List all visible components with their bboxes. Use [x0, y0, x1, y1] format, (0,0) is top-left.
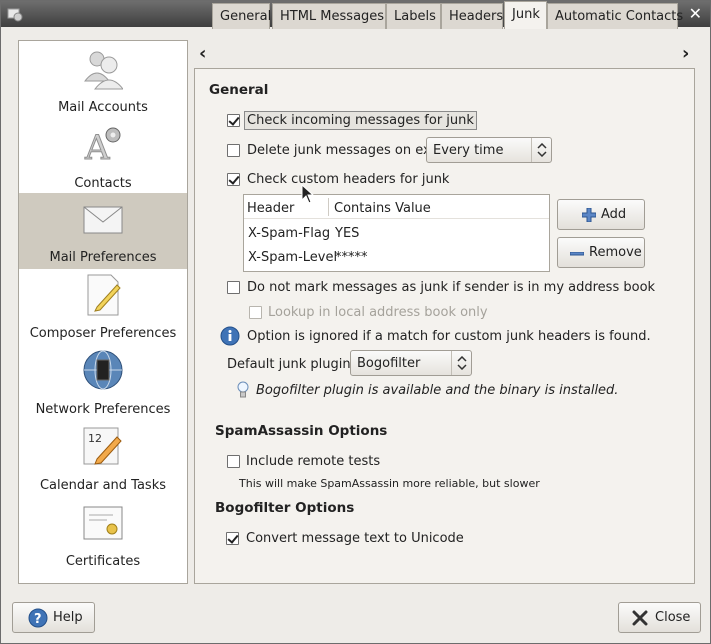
- tab-labels[interactable]: Labels: [386, 3, 441, 29]
- default-plugin-value: Bogofilter: [357, 356, 421, 371]
- tab-automatic-contacts[interactable]: Automatic Contacts: [547, 3, 683, 29]
- tab-scroll-right-icon[interactable]: ›: [682, 43, 689, 64]
- help-icon: ?: [28, 608, 48, 628]
- close-button-label: Close: [655, 610, 691, 625]
- certificate-icon: [83, 506, 123, 540]
- delete-interval-select[interactable]: Every time: [426, 137, 552, 163]
- include-remote-label[interactable]: Include remote tests: [246, 454, 380, 469]
- include-remote-checkbox[interactable]: [227, 455, 240, 468]
- sidebar-item-label: Mail Accounts: [58, 100, 148, 115]
- lightbulb-icon: [237, 381, 249, 398]
- convert-unicode-checkbox[interactable]: [226, 532, 239, 545]
- people-icon: [83, 51, 123, 90]
- close-button[interactable]: Close: [618, 602, 701, 633]
- delete-junk-label[interactable]: Delete junk messages on exit: [247, 143, 439, 158]
- custom-headers-checkbox[interactable]: [227, 173, 240, 186]
- sidebar-item-certificates[interactable]: Certificates: [19, 497, 187, 573]
- sidebar-item-label: Calendar and Tasks: [39, 478, 166, 493]
- convert-unicode-label[interactable]: Convert message text to Unicode: [246, 531, 464, 546]
- sidebar-item-label: Composer Preferences: [29, 326, 177, 341]
- remove-button[interactable]: Remove: [557, 237, 645, 268]
- info-note: Option is ignored if a match for custom …: [247, 329, 651, 344]
- sidebar-item-mail-accounts[interactable]: Mail Accounts: [19, 43, 187, 119]
- plus-icon: [582, 208, 596, 222]
- window-close-icon[interactable]: ✕: [689, 4, 702, 23]
- contacts-icon: A: [84, 127, 121, 167]
- default-plugin-select[interactable]: Bogofilter: [350, 350, 472, 376]
- lookup-local-label[interactable]: Lookup in local address book only: [268, 305, 488, 320]
- add-button[interactable]: Add: [557, 199, 645, 230]
- do-not-mark-label[interactable]: Do not mark messages as junk if sender i…: [247, 280, 655, 295]
- mouse-pointer-icon: [301, 184, 315, 204]
- svg-text:12: 12: [88, 432, 102, 445]
- svg-text:?: ?: [34, 612, 42, 627]
- category-sidebar: Mail Accounts A Contacts Mail Preference…: [18, 40, 188, 584]
- sidebar-item-calendar-and-tasks[interactable]: 12 Calendar and Tasks: [19, 421, 187, 497]
- minus-icon: [570, 252, 584, 256]
- add-button-label: Add: [601, 207, 627, 222]
- sidebar-item-label: Contacts: [74, 176, 132, 191]
- info-icon: [220, 326, 240, 346]
- column-header-header[interactable]: Header: [247, 201, 294, 216]
- preferences-window: Evolution Preferences ✕ Mail Accounts A …: [0, 0, 711, 644]
- check-incoming-checkbox[interactable]: [227, 114, 240, 127]
- envelope-icon: [83, 206, 123, 234]
- lookup-local-checkbox[interactable]: [249, 306, 262, 319]
- column-separator: [328, 198, 329, 216]
- cell-header: X-Spam-Level: [248, 250, 338, 265]
- delete-interval-value: Every time: [433, 143, 504, 158]
- spamassassin-heading: SpamAssassin Options: [215, 423, 388, 439]
- cell-value: *****: [335, 250, 368, 265]
- remove-button-label: Remove: [589, 245, 642, 260]
- custom-headers-table[interactable]: Header Contains Value X-Spam-Flag YES X-…: [243, 194, 550, 272]
- sidebar-item-network-preferences[interactable]: Network Preferences: [19, 345, 187, 421]
- help-button[interactable]: ? Help: [12, 602, 95, 633]
- table-row[interactable]: X-Spam-Level *****: [244, 245, 549, 269]
- bogofilter-heading: Bogofilter Options: [215, 500, 355, 516]
- default-plugin-label: Default junk plugin:: [227, 357, 355, 372]
- sidebar-item-mail-preferences[interactable]: Mail Preferences: [19, 193, 187, 269]
- calendar-icon: 12: [83, 427, 122, 465]
- tab-junk[interactable]: Junk: [504, 1, 547, 29]
- tab-scroll-left-icon[interactable]: ‹: [199, 43, 206, 64]
- sidebar-item-label: Certificates: [65, 554, 141, 569]
- do-not-mark-checkbox[interactable]: [227, 281, 240, 294]
- sidebar-item-label: Network Preferences: [35, 402, 171, 417]
- table-row[interactable]: X-Spam-Flag YES: [244, 221, 549, 245]
- tab-general[interactable]: General: [212, 3, 271, 29]
- combo-arrows-icon: [531, 138, 551, 162]
- globe-icon: [83, 350, 123, 390]
- sidebar-item-composer-preferences[interactable]: Composer Preferences: [19, 269, 187, 345]
- general-heading: General: [209, 82, 269, 98]
- tab-headers[interactable]: Headers: [441, 3, 503, 29]
- plugin-status: Bogofilter plugin is available and the b…: [256, 383, 619, 398]
- tab-html-messages[interactable]: HTML Messages: [272, 3, 386, 29]
- sidebar-item-contacts[interactable]: A Contacts: [19, 119, 187, 195]
- composer-icon: [87, 274, 121, 316]
- column-header-value[interactable]: Contains Value: [334, 201, 431, 216]
- table-header: Header Contains Value: [244, 195, 549, 219]
- cell-value: YES: [335, 226, 360, 241]
- help-button-label: Help: [53, 610, 83, 625]
- cell-header: X-Spam-Flag: [248, 226, 331, 241]
- combo-arrows-icon: [451, 351, 471, 375]
- delete-junk-checkbox[interactable]: [227, 144, 240, 157]
- remote-note: This will make SpamAssassin more reliabl…: [239, 477, 540, 490]
- sidebar-item-label: Mail Preferences: [49, 250, 157, 265]
- check-incoming-label[interactable]: Check incoming messages for junk: [244, 111, 477, 130]
- custom-headers-label[interactable]: Check custom headers for junk: [247, 172, 449, 187]
- close-icon: [632, 610, 648, 626]
